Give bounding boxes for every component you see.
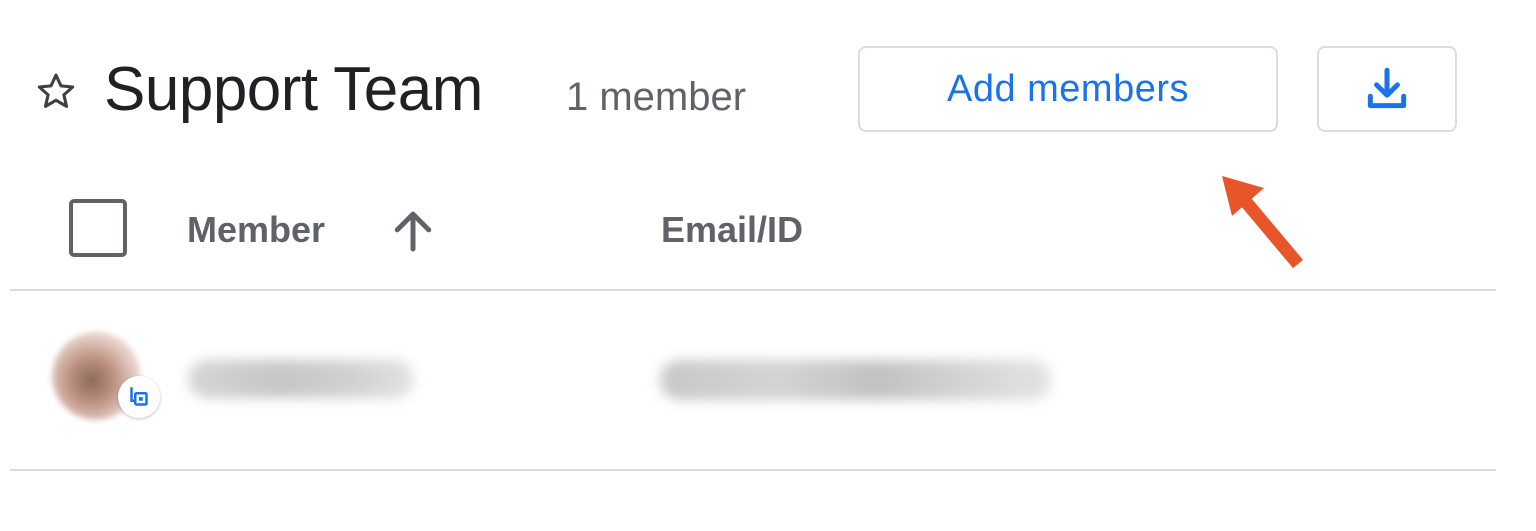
add-members-button[interactable]: Add members xyxy=(858,46,1278,132)
column-header-member[interactable]: Member xyxy=(187,208,325,252)
star-icon[interactable] xyxy=(30,66,82,118)
column-header-email-id[interactable]: Email/ID xyxy=(661,208,803,252)
member-email-redacted xyxy=(660,360,1052,400)
add-members-label: Add members xyxy=(946,67,1190,110)
arrow-upward-icon[interactable] xyxy=(386,204,440,258)
group-title: Support Team xyxy=(104,55,483,124)
divider xyxy=(10,469,1496,471)
download-icon xyxy=(1367,67,1407,109)
member-count: 1 member xyxy=(566,75,747,119)
select-all-checkbox[interactable] xyxy=(69,199,127,257)
annotation-arrow-icon xyxy=(1222,176,1303,269)
domain-badge-icon xyxy=(118,376,160,418)
member-name-redacted xyxy=(188,360,414,398)
download-button[interactable] xyxy=(1317,46,1457,132)
